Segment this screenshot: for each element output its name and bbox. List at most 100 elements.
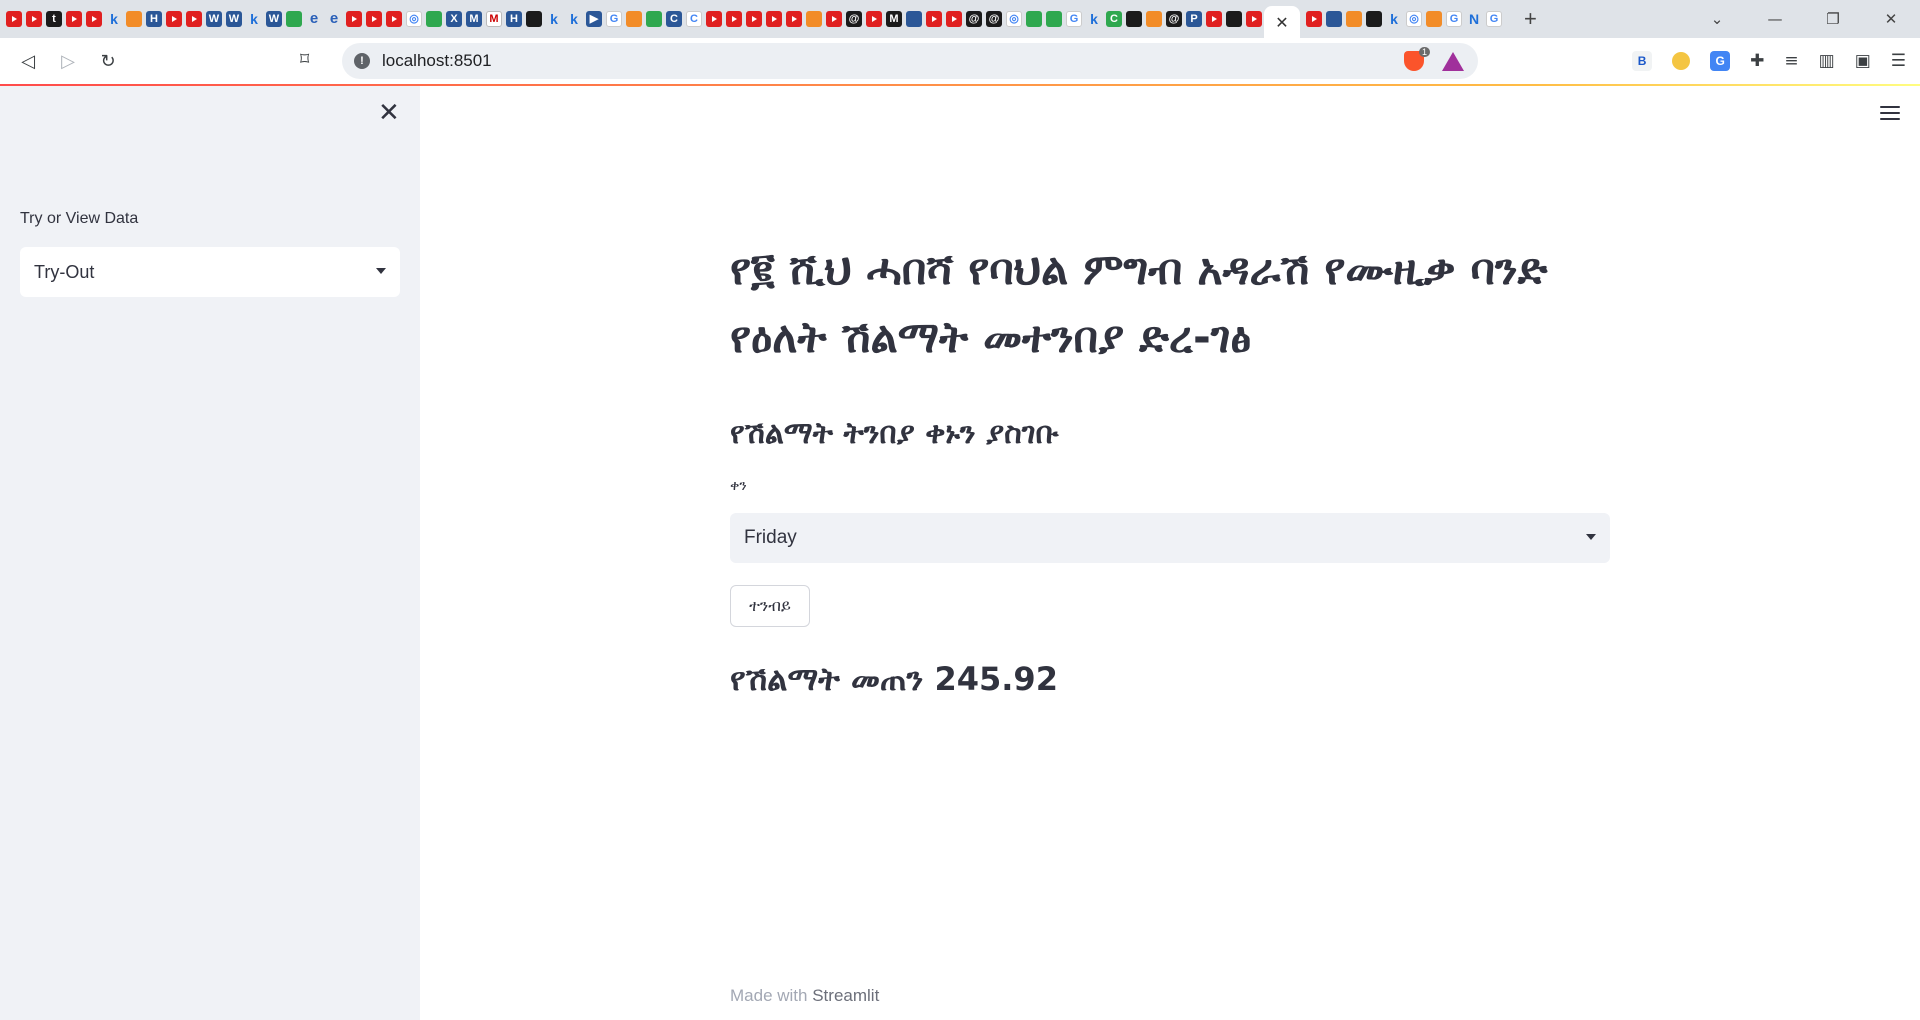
tab-gmail-icon[interactable]: M (486, 11, 502, 27)
tab-globe-icon[interactable] (1126, 11, 1142, 27)
main-menu-icon[interactable] (1880, 106, 1900, 124)
day-select[interactable]: Friday (730, 513, 1610, 563)
tab-threads-icon[interactable]: @ (1166, 11, 1182, 27)
tab-youtube-icon[interactable] (786, 11, 802, 27)
tab-k-icon[interactable]: k (1086, 11, 1102, 27)
tab-stack-icon[interactable] (1146, 11, 1162, 27)
sidebar-toggle-icon[interactable]: ▥ (1819, 51, 1835, 71)
tab-youtube-icon[interactable] (866, 11, 882, 27)
tab-youtube-icon[interactable] (726, 11, 742, 27)
translate-extension-icon[interactable]: G (1710, 51, 1731, 71)
brave-shields-icon[interactable]: 1 (1404, 47, 1430, 71)
tab-hbo-icon[interactable] (1226, 11, 1242, 27)
tab-youtube-icon[interactable] (826, 11, 842, 27)
active-tab[interactable]: ✕ (1264, 6, 1300, 38)
predict-button[interactable]: ተንብይ (730, 585, 810, 627)
tab-c-icon[interactable]: C (1106, 11, 1122, 27)
tab-github-icon[interactable]: ◎ (1406, 11, 1422, 27)
tab-c-icon[interactable]: C (686, 11, 702, 27)
tab-stack-icon[interactable] (626, 11, 642, 27)
tab-github-icon[interactable]: ◎ (406, 11, 422, 27)
tab-github-icon[interactable] (1366, 11, 1382, 27)
tab-google-icon[interactable]: G (1486, 11, 1502, 27)
extension-b-icon[interactable]: B (1632, 51, 1653, 71)
tab-word-icon[interactable]: W (206, 11, 222, 27)
tab-youtube-icon[interactable] (186, 11, 202, 27)
tab-green-icon[interactable] (646, 11, 662, 27)
minimize-icon[interactable]: — (1746, 10, 1804, 28)
tab-youtube-icon[interactable] (66, 11, 82, 27)
tab-stack-icon[interactable] (126, 11, 142, 27)
tab-favicons[interactable]: t k H W W k W e e ◎ X M M H k k ▶ G C C (0, 0, 1264, 38)
tab-youtube-icon[interactable] (1206, 11, 1222, 27)
tab-x-icon[interactable]: X (446, 11, 462, 27)
tab-youtube-icon[interactable] (166, 11, 182, 27)
tab-c-icon[interactable]: C (666, 11, 682, 27)
puzzle-extensions-icon[interactable]: ✚ (1750, 51, 1764, 71)
tab-green-icon[interactable] (1026, 11, 1042, 27)
tab-stack-icon[interactable] (1426, 11, 1442, 27)
tab-python-icon[interactable] (906, 11, 922, 27)
tab-youtube-icon[interactable] (26, 11, 42, 27)
tab-youtube-icon[interactable] (706, 11, 722, 27)
tab-youtube-icon[interactable] (946, 11, 962, 27)
tab-red-icon[interactable] (1306, 11, 1322, 27)
tab-n-icon[interactable]: N (1466, 11, 1482, 27)
tab-k-icon[interactable]: k (246, 11, 262, 27)
tab-youtube-icon[interactable] (346, 11, 362, 27)
restore-icon[interactable]: ❐ (1804, 10, 1862, 28)
site-info-icon[interactable]: ! (354, 53, 370, 69)
tab-youtube-icon[interactable] (86, 11, 102, 27)
tab-globe-icon[interactable] (286, 11, 302, 27)
reload-icon[interactable]: ↻ (88, 51, 128, 72)
extension-yellow-icon[interactable] (1672, 52, 1691, 70)
tab-blue-icon[interactable] (1326, 11, 1342, 27)
media-queue-icon[interactable]: ≡ (1784, 51, 1798, 71)
new-tab-button[interactable]: + (1524, 6, 1537, 32)
tab-youtube-icon[interactable] (1246, 11, 1262, 27)
tab-k-icon[interactable]: k (546, 11, 562, 27)
tab-p-icon[interactable]: P (1186, 11, 1202, 27)
streamlit-link[interactable]: Streamlit (812, 986, 879, 1005)
tab-k-icon[interactable]: k (1386, 11, 1402, 27)
tab-threads-icon[interactable]: @ (966, 11, 982, 27)
tab-youtube-icon[interactable] (926, 11, 942, 27)
tab-m-icon[interactable]: M (886, 11, 902, 27)
tab-google-icon[interactable]: G (1066, 11, 1082, 27)
tab-youtube-icon[interactable] (766, 11, 782, 27)
tab-h-icon[interactable]: H (506, 11, 522, 27)
tab-k-icon[interactable]: k (566, 11, 582, 27)
tab-orange-icon[interactable] (806, 11, 822, 27)
tab-k-icon[interactable]: k (106, 11, 122, 27)
tab-youtube-icon[interactable] (6, 11, 22, 27)
tab-word-icon[interactable]: W (226, 11, 242, 27)
tab-tds-icon[interactable]: t (46, 11, 62, 27)
back-icon[interactable]: ◁ (8, 51, 48, 72)
bookmark-icon[interactable]: ⌑ (300, 49, 309, 70)
address-url[interactable]: localhost:8501 (382, 51, 492, 71)
tab-google-icon[interactable]: G (1446, 11, 1462, 27)
close-tab-icon[interactable]: ✕ (1275, 13, 1288, 32)
browser-menu-icon[interactable]: ☰ (1891, 51, 1906, 71)
tab-threads-icon[interactable]: @ (846, 11, 862, 27)
wallet-icon[interactable]: ▣ (1855, 51, 1871, 71)
tab-youtube-icon[interactable] (746, 11, 762, 27)
mode-select[interactable]: Try-Out (20, 247, 400, 297)
tab-youtube-icon[interactable] (386, 11, 402, 27)
tab-play-icon[interactable]: ▶ (586, 11, 602, 27)
close-window-icon[interactable]: ✕ (1862, 10, 1920, 28)
tab-qr-icon[interactable] (526, 11, 542, 27)
tab-threads-icon[interactable]: @ (986, 11, 1002, 27)
tab-search-icon[interactable]: ⌄ (1688, 10, 1746, 28)
tab-green-icon[interactable] (1046, 11, 1062, 27)
tab-favicons-right[interactable]: k ◎ G N G (1300, 0, 1504, 38)
tab-m-icon[interactable]: M (466, 11, 482, 27)
tab-orange-icon[interactable] (1346, 11, 1362, 27)
tab-word-icon[interactable]: W (266, 11, 282, 27)
brave-rewards-icon[interactable] (1442, 51, 1464, 71)
tab-edge-icon[interactable]: e (306, 11, 322, 27)
tab-youtube-icon[interactable] (366, 11, 382, 27)
tab-green-icon[interactable] (426, 11, 442, 27)
address-bar[interactable]: ! localhost:8501 1 (342, 43, 1478, 79)
close-sidebar-icon[interactable]: ✕ (378, 100, 400, 126)
